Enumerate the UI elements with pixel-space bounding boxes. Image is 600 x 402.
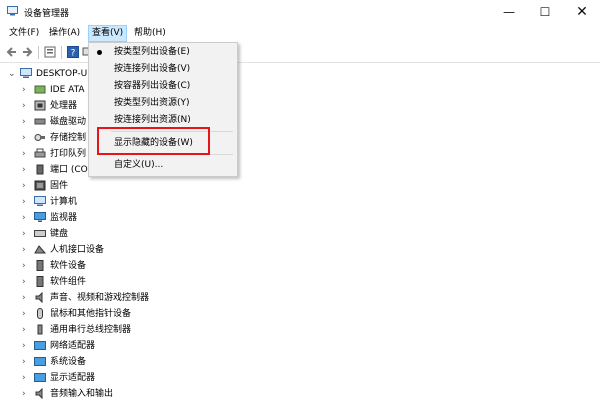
tree-item-label: 音频输入和输出 — [50, 389, 114, 399]
tree-item-label: 处理器 — [50, 101, 78, 111]
disk-drive-icon — [34, 118, 46, 125]
menu-item-devices-by-container[interactable]: 按容器列出设备(C) — [89, 78, 237, 95]
expand-arrow-icon[interactable]: › — [22, 194, 30, 210]
expand-arrow-icon[interactable]: › — [22, 274, 30, 290]
properties-icon[interactable] — [44, 46, 56, 58]
expand-arrow-icon[interactable]: › — [22, 370, 30, 386]
expand-arrow-icon[interactable]: › — [22, 210, 30, 226]
device-manager-icon — [7, 6, 18, 16]
tree-item-label: IDE ATA — [50, 85, 85, 95]
expand-arrow-icon[interactable]: › — [22, 114, 30, 130]
tree-item-label: 鼠标和其他指针设备 — [50, 309, 132, 319]
view-dropdown-menu: 按类型列出设备(E) 按连接列出设备(V) 按容器列出设备(C) 按类型列出资源… — [88, 42, 238, 177]
expand-arrow-icon[interactable]: › — [22, 322, 30, 338]
processor-icon — [34, 100, 46, 111]
menu-item-label: 自定义(U)... — [114, 160, 164, 170]
menu-item-label: 按容器列出设备(C) — [114, 81, 191, 91]
expand-arrow-icon[interactable]: › — [22, 226, 30, 242]
menu-item-customize[interactable]: 自定义(U)... — [89, 157, 237, 174]
tree-item-label: 存储控制 — [50, 133, 87, 143]
computer-icon — [34, 196, 46, 206]
firmware-icon — [34, 180, 46, 191]
expand-arrow-icon[interactable]: › — [22, 162, 30, 178]
tree-item-label: 端口 (CO — [50, 165, 88, 175]
expand-arrow-icon[interactable]: › — [22, 338, 30, 354]
menu-help[interactable]: 帮助(H) — [131, 26, 169, 41]
tree-root-label: DESKTOP-U — [36, 69, 88, 79]
tree-item-label: 通用串行总线控制器 — [50, 325, 132, 335]
tree-item-label: 系统设备 — [50, 357, 87, 367]
menu-item-devices-by-connection[interactable]: 按连接列出设备(V) — [89, 61, 237, 78]
keyboard-icon — [34, 230, 46, 237]
computer-icon — [20, 68, 32, 78]
tree-item-label: 打印队列 — [50, 149, 87, 159]
menu-view[interactable]: 查看(V) — [88, 25, 128, 42]
expand-arrow-icon[interactable]: › — [22, 98, 30, 114]
tree-item-label: 显示适配器 — [50, 373, 96, 383]
menu-item-devices-by-type[interactable]: 按类型列出设备(E) — [89, 44, 237, 61]
storage-controller-icon — [34, 134, 45, 141]
expand-arrow-icon[interactable]: › — [22, 130, 30, 146]
toolbar-separator — [38, 46, 39, 59]
usb-icon — [37, 324, 43, 335]
port-icon — [36, 164, 44, 175]
radio-selected-icon — [97, 50, 102, 55]
tree-item-label: 人机接口设备 — [50, 245, 105, 255]
menu-item-label: 按类型列出设备(E) — [114, 47, 190, 57]
ide-controller-icon — [34, 85, 46, 94]
menu-bar: 文件(F) 操作(A) 查看(V) 帮助(H) — [0, 24, 600, 43]
forward-icon[interactable] — [21, 46, 33, 58]
printer-icon — [34, 148, 46, 158]
tree-item-label: 磁盘驱动 — [50, 117, 87, 127]
expand-arrow-icon[interactable]: › — [22, 306, 30, 322]
collapse-arrow-icon[interactable]: ⌄ — [8, 66, 16, 82]
tree-item-label: 固件 — [50, 181, 69, 191]
svg-text:?: ? — [71, 49, 76, 59]
back-icon[interactable] — [6, 46, 18, 58]
annotation-highlight-box — [97, 127, 210, 155]
software-device-icon — [36, 260, 44, 271]
tree-item-label: 键盘 — [50, 229, 69, 239]
expand-arrow-icon[interactable]: › — [22, 242, 30, 258]
expand-arrow-icon[interactable]: › — [22, 82, 30, 98]
tree-item-label: 计算机 — [50, 197, 78, 207]
tree-item-label: 软件组件 — [50, 277, 87, 287]
menu-item-label: 按连接列出设备(V) — [114, 64, 191, 74]
expand-arrow-icon[interactable]: › — [22, 290, 30, 306]
toolbar-separator — [61, 46, 62, 59]
system-device-icon — [34, 357, 46, 366]
maximize-button[interactable]: ☐ — [527, 0, 563, 24]
window-title: 设备管理器 — [24, 9, 70, 19]
expand-arrow-icon[interactable]: › — [22, 386, 30, 402]
expand-arrow-icon[interactable]: › — [22, 146, 30, 162]
speaker-icon — [35, 292, 43, 303]
help-icon[interactable]: ? — [67, 46, 79, 58]
tree-item-label: 声音、视频和游戏控制器 — [50, 293, 150, 303]
hid-icon — [34, 245, 46, 254]
monitor-icon — [34, 212, 46, 222]
mouse-icon — [37, 308, 43, 319]
expand-arrow-icon[interactable]: › — [22, 354, 30, 370]
network-adapter-icon — [34, 341, 46, 350]
menu-file[interactable]: 文件(F) — [6, 26, 42, 41]
minimize-button[interactable]: — — [491, 0, 527, 24]
title-bar: 设备管理器 — ☐ ✕ — [0, 0, 600, 24]
menu-item-resources-by-type[interactable]: 按类型列出资源(Y) — [89, 95, 237, 112]
expand-arrow-icon[interactable]: › — [22, 178, 30, 194]
software-component-icon — [36, 276, 44, 287]
audio-io-icon — [35, 388, 43, 399]
close-button[interactable]: ✕ — [564, 0, 600, 24]
tree-item-label: 软件设备 — [50, 261, 87, 271]
menu-item-label: 按类型列出资源(Y) — [114, 98, 190, 108]
display-adapter-icon — [34, 373, 46, 382]
tree-item-label: 网络适配器 — [50, 341, 96, 351]
menu-action[interactable]: 操作(A) — [46, 26, 83, 41]
expand-arrow-icon[interactable]: › — [22, 258, 30, 274]
tree-item-label: 监视器 — [50, 213, 78, 223]
